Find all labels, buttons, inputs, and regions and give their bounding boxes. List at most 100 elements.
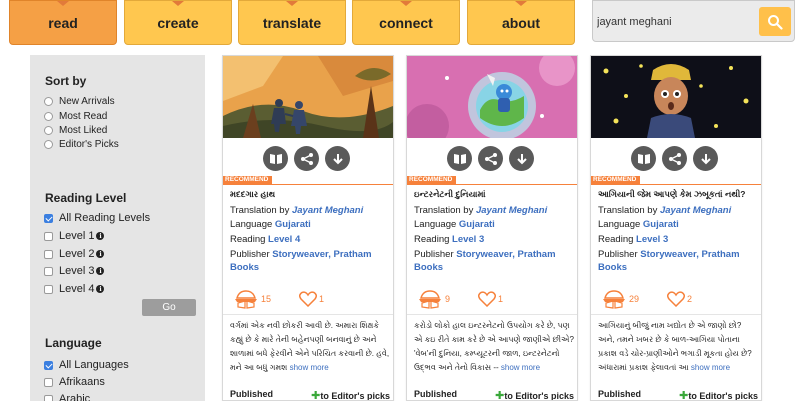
language-afrikaans[interactable]: Afrikaans <box>44 376 105 388</box>
recommend-ribbon: RECOMMEND <box>223 176 273 184</box>
checkbox[interactable] <box>44 377 53 387</box>
publisher-link-cont[interactable]: Books <box>230 262 259 273</box>
checkbox[interactable] <box>44 394 53 401</box>
share-button[interactable] <box>478 146 503 171</box>
level-link[interactable]: Level 3 <box>452 234 484 245</box>
add-to-editors-picks[interactable]: ✚to Editor's picks <box>311 389 390 401</box>
filter-sidebar: Sort by New Arrivals Most Read Most Like… <box>30 55 205 401</box>
checkbox[interactable] <box>44 231 53 241</box>
book-icon <box>269 153 282 164</box>
heart-icon[interactable] <box>478 291 497 307</box>
level-label: Level 4 <box>59 283 95 295</box>
checkbox[interactable] <box>44 213 53 223</box>
divider <box>407 184 577 185</box>
book-synopsis: વર્ગમાં એક નવી છોકરી આવી છે. અમારા શિક્ષ… <box>230 319 390 375</box>
nav-read[interactable]: read <box>9 0 117 45</box>
publisher-link-cont[interactable]: Books <box>414 262 443 273</box>
radio-button[interactable] <box>44 112 53 121</box>
checkbox[interactable] <box>44 266 53 276</box>
publisher-link[interactable]: Storyweaver, Pratham <box>272 249 371 260</box>
book-cover-image[interactable] <box>591 56 761 138</box>
divider <box>223 184 393 185</box>
divider <box>223 314 393 315</box>
translator-link[interactable]: Jayant Meghani <box>292 205 363 216</box>
language-label: All Languages <box>59 359 129 371</box>
checkbox[interactable] <box>44 249 53 259</box>
radio-button[interactable] <box>44 126 53 135</box>
nav-create[interactable]: create <box>124 0 232 45</box>
share-button[interactable] <box>662 146 687 171</box>
publisher-link[interactable]: Storyweaver, Pratham <box>456 249 555 260</box>
info-icon[interactable]: i <box>96 232 105 240</box>
search-button[interactable] <box>759 7 791 36</box>
checkbox[interactable] <box>44 284 53 294</box>
nav-label: create <box>157 14 199 31</box>
language-heading: Language <box>45 336 102 350</box>
reading-label: Reading <box>598 234 634 245</box>
sort-option-editors-picks[interactable]: Editor's Picks <box>44 139 119 150</box>
level-link[interactable]: Level 4 <box>268 234 300 245</box>
translator-link[interactable]: Jayant Meghani <box>660 205 731 216</box>
plus-icon: ✚ <box>311 390 321 401</box>
read-book-button[interactable] <box>263 146 288 171</box>
reading-line: Reading Level 3 <box>414 233 574 246</box>
sort-option-new-arrivals[interactable]: New Arrivals <box>44 96 115 107</box>
editors-picks-label: to Editor's picks <box>504 391 574 401</box>
info-icon[interactable]: i <box>96 267 105 275</box>
search-input[interactable] <box>597 9 754 35</box>
level-2[interactable]: Level 2i <box>44 248 105 260</box>
publisher-link[interactable]: Storyweaver, Pratham <box>640 249 739 260</box>
level-all[interactable]: All Reading Levels <box>44 212 150 224</box>
nav-translate[interactable]: translate <box>238 0 346 45</box>
sort-option-most-read[interactable]: Most Read <box>44 111 107 122</box>
translation-label: Translation by <box>230 205 290 216</box>
nav-about[interactable]: about <box>467 0 575 45</box>
language-link[interactable]: Gujarati <box>459 219 495 230</box>
download-button[interactable] <box>325 146 350 171</box>
language-all[interactable]: All Languages <box>44 359 129 371</box>
nav-marker-icon <box>286 1 298 6</box>
nav-marker-icon <box>172 1 184 6</box>
heart-icon[interactable] <box>667 291 686 307</box>
sort-option-most-liked[interactable]: Most Liked <box>44 125 107 136</box>
book-title[interactable]: મદદગાર હાથ <box>230 189 390 200</box>
translator-link[interactable]: Jayant Meghani <box>476 205 547 216</box>
info-icon[interactable]: i <box>96 285 105 293</box>
language-arabic[interactable]: Arabic <box>44 393 90 401</box>
show-more-link[interactable]: show more <box>691 363 730 372</box>
read-book-button[interactable] <box>447 146 472 171</box>
card-footer: Published ✚to Editor's picks <box>598 389 760 400</box>
reads-count: 15 <box>261 294 272 304</box>
publisher-link-cont[interactable]: Books <box>598 262 627 273</box>
go-button[interactable]: Go <box>142 299 196 316</box>
reading-level-heading: Reading Level <box>45 191 127 205</box>
radio-button[interactable] <box>44 97 53 106</box>
book-cover-image[interactable] <box>407 56 577 138</box>
checkbox[interactable] <box>44 360 53 370</box>
level-link[interactable]: Level 3 <box>636 234 668 245</box>
info-icon[interactable]: i <box>96 250 105 258</box>
download-icon <box>700 153 711 164</box>
translation-line: Translation by Jayant Meghani <box>414 204 574 217</box>
show-more-link[interactable]: show more <box>501 363 540 372</box>
level-3[interactable]: Level 3i <box>44 265 105 277</box>
language-link[interactable]: Gujarati <box>643 219 679 230</box>
radio-button[interactable] <box>44 140 53 149</box>
share-button[interactable] <box>294 146 319 171</box>
share-icon <box>484 152 497 165</box>
add-to-editors-picks[interactable]: ✚to Editor's picks <box>495 389 574 401</box>
language-link[interactable]: Gujarati <box>275 219 311 230</box>
book-title[interactable]: આગિયાની જેમ આપણે કેમ ઝબૂકતાં નથી? <box>598 189 758 200</box>
book-cover-image[interactable] <box>223 56 393 138</box>
book-title[interactable]: ઇન્ટરનેટની દુનિયામાં <box>414 189 574 200</box>
heart-icon[interactable] <box>299 291 318 307</box>
nav-label: connect <box>379 14 433 31</box>
add-to-editors-picks[interactable]: ✚to Editor's picks <box>679 389 758 400</box>
level-1[interactable]: Level 1i <box>44 230 105 242</box>
show-more-link[interactable]: show more <box>290 363 329 372</box>
nav-connect[interactable]: connect <box>352 0 460 45</box>
download-button[interactable] <box>509 146 534 171</box>
level-4[interactable]: Level 4i <box>44 283 105 295</box>
download-button[interactable] <box>693 146 718 171</box>
read-book-button[interactable] <box>631 146 656 171</box>
